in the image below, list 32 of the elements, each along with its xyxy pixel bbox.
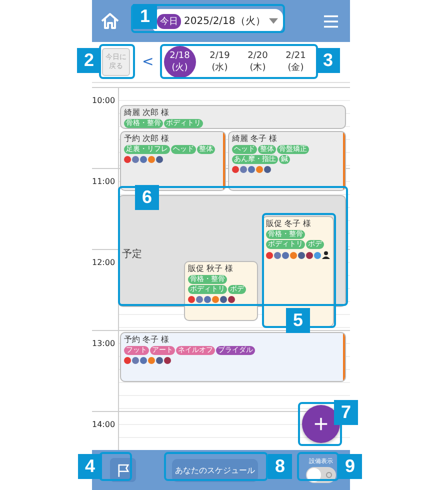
- flag-icon: [118, 464, 128, 476]
- event-title: 販促 冬子 様: [266, 218, 312, 229]
- event-title: 予約 冬子 様: [124, 334, 170, 345]
- event-title: 予約 次郎 様: [124, 133, 170, 144]
- callout-number: 6: [135, 185, 159, 210]
- event-title: 綺麗 冬子 様: [232, 133, 278, 144]
- day-tab[interactable]: 2/19 (水): [202, 46, 238, 78]
- day-tab[interactable]: 2/18 (火): [164, 46, 196, 78]
- previous-button[interactable]: <: [138, 54, 158, 70]
- hour-label: 12:00: [92, 258, 116, 267]
- callout-number: 5: [286, 308, 310, 333]
- event-title: 予定: [122, 248, 142, 261]
- plus-icon: [314, 417, 328, 431]
- hour-label: 11:00: [92, 177, 116, 186]
- hour-label: 13:00: [92, 339, 116, 348]
- hour-label: 10:00: [92, 96, 116, 105]
- callout-number: 9: [338, 454, 362, 479]
- menu-icon[interactable]: [324, 14, 338, 28]
- event-title: 綺麗 次郎 様: [124, 107, 170, 118]
- callout-number: 7: [334, 400, 358, 425]
- callout-number: 4: [78, 454, 102, 479]
- home-icon[interactable]: [100, 11, 120, 31]
- callout-number: 8: [268, 454, 292, 479]
- hour-label: 14:00: [92, 420, 116, 429]
- callout-number: 1: [133, 4, 157, 29]
- caret-icon: [269, 18, 278, 24]
- callout-number: 2: [77, 48, 101, 73]
- day-tab[interactable]: 2/21 (金): [278, 46, 314, 78]
- your-schedule-button[interactable]: あなたのスケジュール: [172, 458, 258, 482]
- event-title: 販促 秋子 様: [188, 263, 234, 274]
- day-tab[interactable]: 2/20 (木): [240, 46, 276, 78]
- callout-number: 3: [316, 48, 340, 73]
